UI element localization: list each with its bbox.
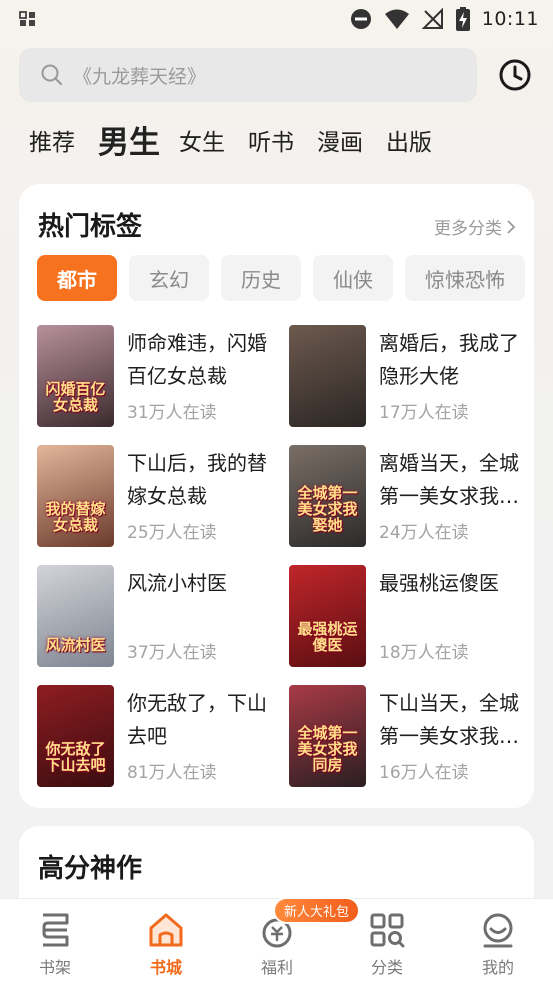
nav-label: 我的 xyxy=(481,958,514,977)
book-readers: 17万人在读 xyxy=(379,403,469,423)
book-title: 最强桃运傻医 xyxy=(379,571,499,595)
search-placeholder: 《九龙葬天经》 xyxy=(73,65,207,88)
book-cover xyxy=(289,325,366,427)
book-item[interactable]: 你无敌了下山去吧 你无敌了，下山去吧 81万人在读 xyxy=(37,685,277,789)
newcomer-gift-badge[interactable]: 新人大礼包 xyxy=(273,897,361,924)
book-title: 风流小村医 xyxy=(127,571,227,595)
cover-title: 你无敌了下山去吧 xyxy=(45,740,106,774)
cover-title: 全城第一美女求我同房 xyxy=(297,724,358,774)
book-item[interactable]: 闪婚百亿女总裁 师命难违，闪婚百亿女总裁 31万人在读 xyxy=(37,325,277,429)
nav-label: 书城 xyxy=(149,958,182,977)
book-readers: 31万人在读 xyxy=(127,403,217,423)
cover-title: 我的替嫁女总裁 xyxy=(45,500,106,534)
nav-label: 分类 xyxy=(370,958,403,977)
channel-tabs: 推荐 男生 女生 听书 漫画 出版 xyxy=(29,118,455,168)
more-categories-link[interactable]: 更多分类 xyxy=(434,214,516,239)
tab-recommend[interactable]: 推荐 xyxy=(29,118,75,168)
profile-icon xyxy=(483,913,513,948)
book-cover: 最强桃运傻医 xyxy=(289,565,366,667)
tab-comics[interactable]: 漫画 xyxy=(317,118,363,168)
status-time: 10:11 xyxy=(481,8,539,30)
cover-title: 闪婚百亿女总裁 xyxy=(45,380,106,414)
nav-bookshelf[interactable]: 书架 xyxy=(15,899,95,983)
book-title: 离婚后，我成了隐形大佬 xyxy=(379,331,519,388)
no-signal-icon xyxy=(421,8,443,29)
book-readers: 37万人在读 xyxy=(127,643,217,663)
search-icon xyxy=(41,64,63,86)
book-item[interactable]: 全城第一美女求我娶她 离婚当天，全城第一美女求我娶她 24万人在读 xyxy=(289,445,529,549)
tab-male[interactable]: 男生 xyxy=(98,118,160,168)
tag-horror[interactable]: 惊悚恐怖 xyxy=(405,255,525,301)
nav-bookstore[interactable]: 书城 xyxy=(126,899,206,983)
tag-xianxia[interactable]: 仙侠 xyxy=(313,255,393,301)
tag-history[interactable]: 历史 xyxy=(221,255,301,301)
tag-row: 都市 玄幻 历史 仙侠 惊悚恐怖 xyxy=(37,255,534,301)
nav-profile[interactable]: 我的 xyxy=(458,899,538,983)
section-title: 热门标签 xyxy=(38,212,143,242)
book-cover: 风流村医 xyxy=(37,565,114,667)
book-item[interactable]: 全城第一美女求我同房 下山当天，全城第一美女求我同房 16万人在读 xyxy=(289,685,529,789)
section-title: 高分神作 xyxy=(38,854,143,884)
book-readers: 81万人在读 xyxy=(127,763,217,783)
book-readers: 25万人在读 xyxy=(127,523,217,543)
cover-title: 全城第一美女求我娶她 xyxy=(297,484,358,534)
nav-label: 书架 xyxy=(38,958,71,977)
bookshelf-icon xyxy=(42,913,69,947)
book-item[interactable]: 离婚后，我成了隐形大佬 17万人在读 xyxy=(289,325,529,429)
hot-tags-card: 热门标签 更多分类 都市 玄幻 历史 仙侠 惊悚恐怖 闪婚百亿女总裁 师命难违，… xyxy=(19,184,534,808)
more-categories-label: 更多分类 xyxy=(434,219,502,239)
book-cover: 我的替嫁女总裁 xyxy=(37,445,114,547)
chevron-right-icon xyxy=(507,219,516,234)
nav-label: 福利 xyxy=(260,958,293,977)
tab-publishing[interactable]: 出版 xyxy=(386,118,432,168)
cover-title: 风流村医 xyxy=(45,636,106,654)
book-title: 下山后，我的替嫁女总裁 xyxy=(127,451,267,508)
do-not-disturb-icon xyxy=(350,9,371,29)
book-item[interactable]: 最强桃运傻医 最强桃运傻医 18万人在读 xyxy=(289,565,529,669)
book-cover: 你无敌了下山去吧 xyxy=(37,685,114,787)
category-icon xyxy=(370,913,405,948)
battery-charging-icon xyxy=(455,7,470,31)
book-cover: 闪婚百亿女总裁 xyxy=(37,325,114,427)
app-grid-icon xyxy=(19,11,35,26)
book-title: 下山当天，全城第一美女求我同房 xyxy=(379,691,519,748)
bookstore-home-icon xyxy=(149,913,183,947)
cover-title: 最强桃运傻医 xyxy=(297,620,358,654)
book-item[interactable]: 风流村医 风流小村医 37万人在读 xyxy=(37,565,277,669)
wifi-icon xyxy=(384,9,409,29)
tag-urban[interactable]: 都市 xyxy=(37,255,117,301)
book-title: 你无敌了，下山去吧 xyxy=(127,691,267,748)
book-cover: 全城第一美女求我娶她 xyxy=(289,445,366,547)
book-readers: 16万人在读 xyxy=(379,763,469,783)
book-title: 师命难违，闪婚百亿女总裁 xyxy=(127,331,267,388)
search-input[interactable]: 《九龙葬天经》 xyxy=(19,48,477,102)
status-bar: 10:11 xyxy=(0,0,553,38)
book-title: 离婚当天，全城第一美女求我娶她 xyxy=(379,451,519,508)
tab-female[interactable]: 女生 xyxy=(179,118,225,168)
book-readers: 18万人在读 xyxy=(379,643,469,663)
tag-fantasy[interactable]: 玄幻 xyxy=(129,255,209,301)
tab-audiobook[interactable]: 听书 xyxy=(248,118,294,168)
book-readers: 24万人在读 xyxy=(379,523,469,543)
book-cover: 全城第一美女求我同房 xyxy=(289,685,366,787)
book-item[interactable]: 我的替嫁女总裁 下山后，我的替嫁女总裁 25万人在读 xyxy=(37,445,277,549)
history-icon[interactable] xyxy=(498,58,532,92)
